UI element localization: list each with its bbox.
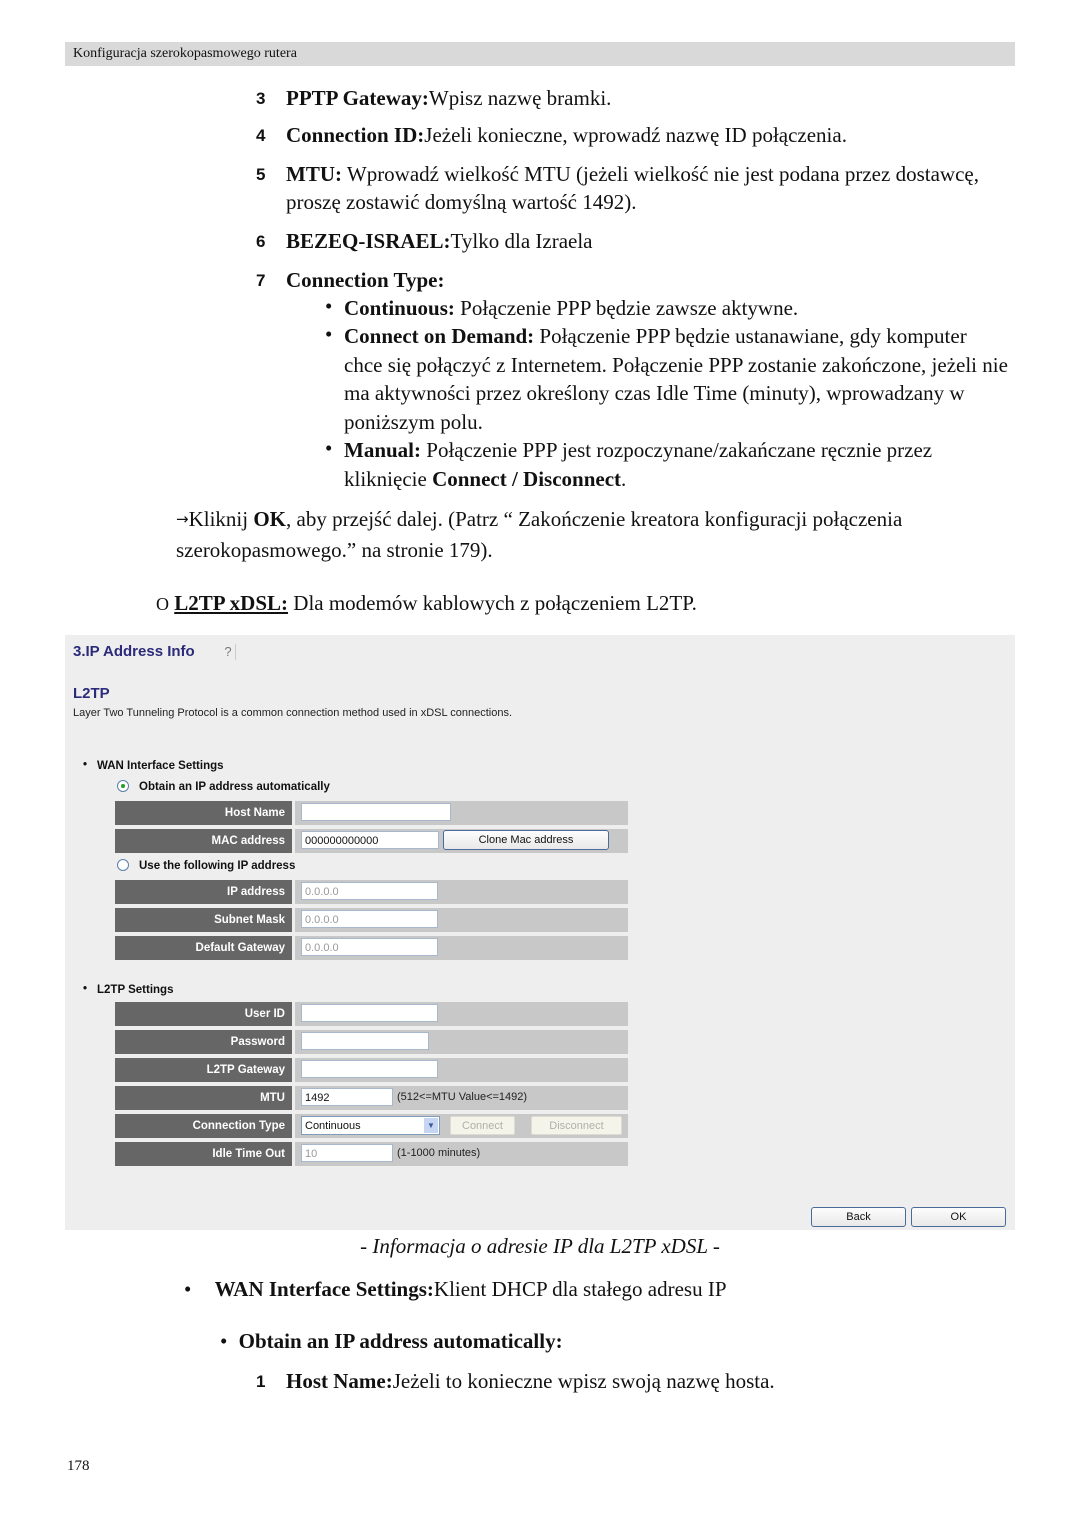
user-id-input[interactable] [301,1004,438,1022]
ip-address-label: IP address [115,880,292,904]
conn-type-on-demand: Connect on Demand: Połączenie PPP będzie… [344,324,1008,434]
password-label: Password [115,1030,292,1054]
running-header-title: Konfiguracja szerokopasmowego rutera [73,46,297,61]
mtu-hint: (512<=MTU Value<=1492) [397,1091,528,1103]
bullet-icon: • [325,294,333,318]
subnet-mask-input[interactable]: 0.0.0.0 [301,910,438,928]
help-icon[interactable]: ? [221,644,236,660]
bullet-icon: • [184,1277,192,1301]
l2tp-option: O L2TP xDSL: Dla modemów kablowych z poł… [156,591,697,615]
password-input[interactable] [301,1032,429,1050]
idle-time-hint: (1-1000 minutes) [397,1147,481,1159]
bullet-icon: • [325,436,333,460]
mac-address-label: MAC address [115,829,292,853]
connection-type-label: Connection Type [115,1114,292,1138]
panel-title: 3.IP Address Info [73,643,195,660]
conn-type-continuous: Continuous: Połączenie PPP będzie zawsze… [344,296,799,320]
l2tp-description: Layer Two Tunneling Protocol is a common… [73,707,513,719]
bullet-icon: • [220,1329,228,1353]
row-ip-address: IP address 0.0.0.0 [115,880,628,904]
connection-type-select[interactable]: Continuous ▼ [301,1116,440,1135]
row-mtu: MTU 1492 (512<=MTU Value<=1492) [115,1086,628,1110]
row-connection-type: Connection Type Continuous ▼ Connect Dis… [115,1114,628,1138]
running-header: Konfiguracja szerokopasmowego rutera [65,42,1015,66]
ok-button[interactable]: OK [911,1207,1006,1227]
idle-time-label: Idle Time Out [115,1142,292,1166]
mac-address-input[interactable]: 000000000000 [301,831,439,849]
row-default-gateway: Default Gateway 0.0.0.0 [115,936,628,960]
idle-time-input[interactable]: 10 [301,1144,393,1162]
mtu-input[interactable]: 1492 [301,1088,393,1106]
row-password: Password [115,1030,628,1054]
wan-section-label: WAN Interface Settings [83,759,223,772]
circle-marker-icon: O [156,594,169,614]
radio-use-following[interactable]: Use the following IP address [117,859,295,872]
host-name-input[interactable] [301,803,451,821]
user-id-label: User ID [115,1002,292,1026]
radio-selected-icon[interactable] [117,780,129,792]
l2tp-heading: L2TP [73,685,110,702]
chevron-down-icon[interactable]: ▼ [424,1118,438,1133]
host-name-label: Host Name [115,801,292,825]
ip-address-input[interactable]: 0.0.0.0 [301,882,438,900]
page-number: 178 [67,1458,90,1474]
clone-mac-button[interactable]: Clone Mac address [443,830,609,850]
l2tp-gateway-input[interactable] [301,1060,438,1078]
wan-note: • WAN Interface Settings:Klient DHCP dla… [184,1277,727,1301]
radio-unselected-icon[interactable] [117,859,129,871]
conn-type-manual: Manual: Połączenie PPP jest rozpoczynane… [344,438,933,491]
click-ok-note: →Kliknij OK, aby przejść dalej. (Patrz “… [176,507,903,562]
subnet-mask-label: Subnet Mask [115,908,292,932]
row-idle-time: Idle Time Out 10 (1-1000 minutes) [115,1142,628,1166]
l2tp-section-label: L2TP Settings [83,983,174,996]
default-gateway-label: Default Gateway [115,936,292,960]
row-user-id: User ID [115,1002,628,1026]
disconnect-button[interactable]: Disconnect [531,1116,622,1135]
obtain-note: • Obtain an IP address automatically: [220,1329,563,1353]
default-gateway-input[interactable]: 0.0.0.0 [301,938,438,956]
figure-caption: - Informacja o adresie IP dla L2TP xDSL … [360,1234,720,1258]
row-subnet-mask: Subnet Mask 0.0.0.0 [115,908,628,932]
connect-button[interactable]: Connect [450,1116,515,1135]
bullet-icon: • [325,322,333,346]
back-button[interactable]: Back [811,1207,906,1227]
mtu-label: MTU [115,1086,292,1110]
l2tp-settings-screenshot: 3.IP Address Info ? L2TP Layer Two Tunne… [65,635,1015,1230]
radio-obtain-auto[interactable]: Obtain an IP address automatically [117,780,330,793]
row-mac-address: MAC address 000000000000 Clone Mac addre… [115,829,628,853]
row-host-name: Host Name [115,801,628,825]
row-l2tp-gateway: L2TP Gateway [115,1058,628,1082]
l2tp-gateway-label: L2TP Gateway [115,1058,292,1082]
arrow-right-icon: → [176,510,189,528]
